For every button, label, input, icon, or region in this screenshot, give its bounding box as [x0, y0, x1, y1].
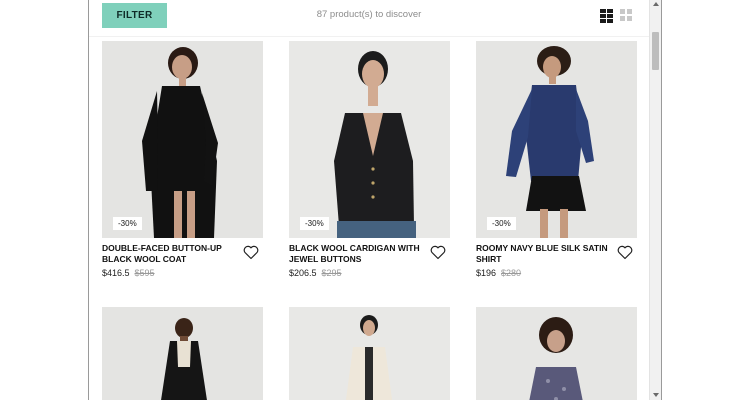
product-card-satin-shirt[interactable]: -30% ROOMY NAVY BLUE SILK SATIN SHIRT $1… — [476, 41, 637, 278]
scroll-up-arrow-icon[interactable] — [653, 2, 659, 6]
discount-badge: -30% — [113, 217, 142, 230]
product-photo[interactable]: -30% — [102, 41, 263, 238]
product-name[interactable]: DOUBLE-FACED BUTTON-UP BLACK WOOL COAT — [102, 243, 237, 265]
heart-icon[interactable] — [617, 245, 633, 260]
product-card[interactable] — [476, 307, 637, 400]
product-photo[interactable] — [289, 307, 450, 400]
product-photo[interactable]: -30% — [289, 41, 450, 238]
vertical-scrollbar[interactable] — [649, 0, 661, 400]
price-block: $416.5 $595 — [102, 268, 155, 278]
toolbar-divider — [89, 36, 649, 37]
price-block: $206.5 $295 — [289, 268, 342, 278]
heart-icon[interactable] — [430, 245, 446, 260]
browser-viewport: FILTER 87 product(s) to discover -30% DO… — [88, 0, 662, 400]
discount-badge: -30% — [487, 217, 516, 230]
sale-price: $206.5 — [289, 268, 317, 278]
list-view-icon[interactable] — [600, 9, 613, 23]
scroll-down-arrow-icon[interactable] — [653, 393, 659, 397]
model-in-navy-shirt-image — [476, 41, 637, 238]
original-price: $595 — [134, 268, 155, 278]
discount-badge: -30% — [300, 217, 329, 230]
product-name[interactable]: ROOMY NAVY BLUE SILK SATIN SHIRT — [476, 243, 611, 265]
product-card-wool-coat[interactable]: -30% DOUBLE-FACED BUTTON-UP BLACK WOOL C… — [102, 41, 263, 278]
price-block: $196 $280 — [476, 268, 521, 278]
model-in-dark-coat-image — [102, 307, 263, 400]
original-price: $295 — [321, 268, 342, 278]
product-name[interactable]: BLACK WOOL CARDIGAN WITH JEWEL BUTTONS — [289, 243, 424, 265]
model-in-black-cardigan-image — [289, 41, 450, 238]
product-card[interactable] — [289, 307, 450, 400]
product-card-wool-cardigan[interactable]: -30% BLACK WOOL CARDIGAN WITH JEWEL BUTT… — [289, 41, 450, 278]
product-count: 87 product(s) to discover — [316, 9, 422, 20]
original-price: $280 — [501, 268, 522, 278]
view-toggle — [600, 9, 632, 23]
product-listing: FILTER 87 product(s) to discover -30% DO… — [89, 0, 649, 400]
grid-view-icon[interactable] — [620, 9, 632, 23]
product-card[interactable] — [102, 307, 263, 400]
model-in-cream-jacket-image — [289, 307, 450, 400]
sale-price: $416.5 — [102, 268, 130, 278]
sale-price: $196 — [476, 268, 497, 278]
heart-icon[interactable] — [243, 245, 259, 260]
product-photo[interactable] — [102, 307, 263, 400]
model-in-black-coat-image — [102, 41, 263, 238]
model-in-floral-dress-image — [476, 307, 637, 400]
product-photo[interactable]: -30% — [476, 41, 637, 238]
scroll-thumb[interactable] — [652, 32, 659, 70]
filter-button[interactable]: FILTER — [102, 3, 167, 28]
product-photo[interactable] — [476, 307, 637, 400]
